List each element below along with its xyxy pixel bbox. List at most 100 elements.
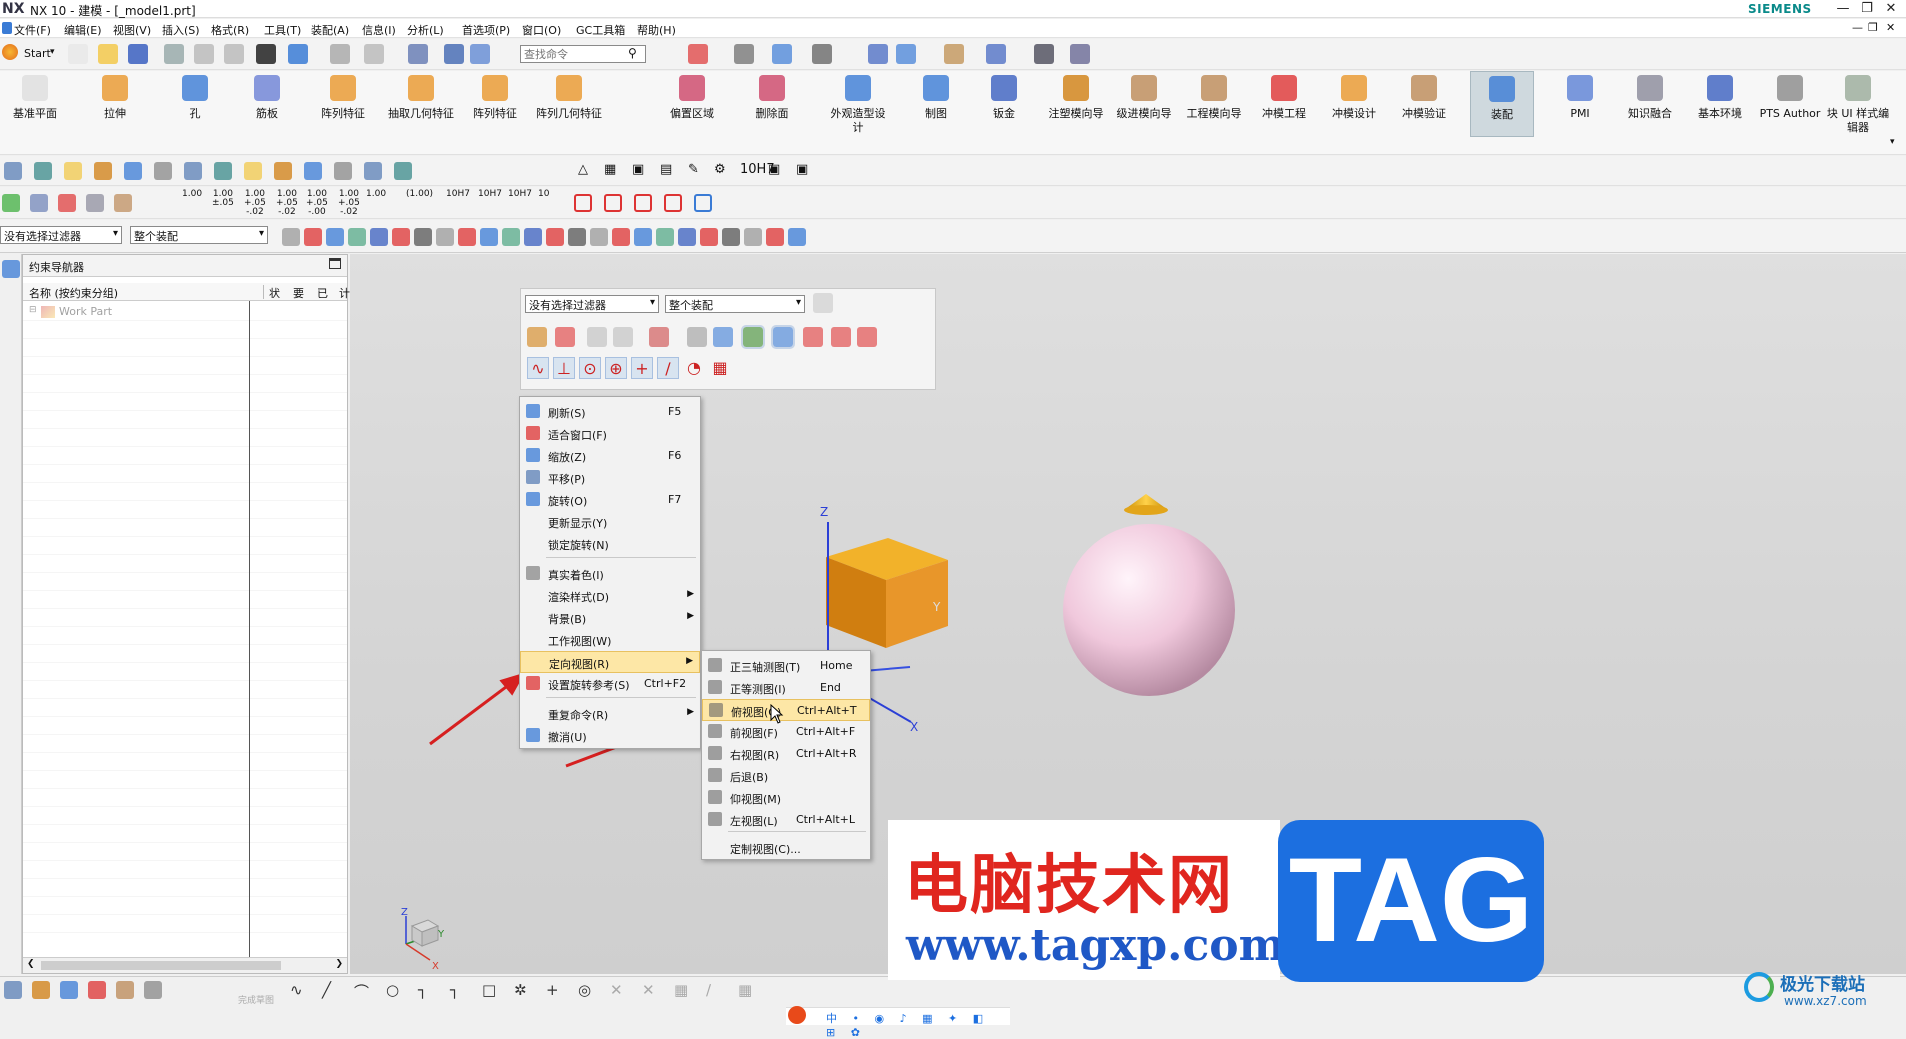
pmi-value-0[interactable]: 1.00 xyxy=(182,190,202,199)
doc-close-icon[interactable]: ✕ xyxy=(1886,21,1895,34)
ribbon-progressive-die-button[interactable]: 级进模向导 xyxy=(1112,71,1176,137)
tool-13-icon[interactable] xyxy=(394,162,412,180)
pmi-tool-4-icon[interactable] xyxy=(114,194,132,212)
context-menu-item[interactable]: 缩放(Z) F6 xyxy=(520,445,700,467)
gdt-tool-2-icon[interactable] xyxy=(634,194,652,212)
menu-item-3[interactable]: 插入(S) xyxy=(162,22,200,38)
sketch-tool-1-icon[interactable]: ╱ xyxy=(322,981,331,999)
ribbon-pattern-feature-button[interactable]: 阵列特征 xyxy=(308,71,378,137)
menu-item-8[interactable]: 分析(L) xyxy=(407,22,444,38)
context-menu-item[interactable]: 刷新(S) F5 xyxy=(520,401,700,423)
pmi-value-2[interactable]: 1.00 +.05 -.02 xyxy=(244,190,266,217)
snap-tool-9-icon[interactable] xyxy=(803,327,823,347)
ribbon-shape-studio-button[interactable]: 外观造型设计 xyxy=(826,71,890,137)
ribbon-mold-wizard-button[interactable]: 注塑模向导 xyxy=(1044,71,1108,137)
snap-tool-2-icon[interactable] xyxy=(587,327,607,347)
snap-point-2-icon[interactable]: ⊙ xyxy=(579,357,601,379)
sketch-tool-13-icon[interactable]: ∕ xyxy=(706,981,711,999)
snap-tool-4-icon[interactable] xyxy=(649,327,669,347)
selection-tool-1-icon[interactable] xyxy=(304,228,322,246)
selection-tool-6-icon[interactable] xyxy=(414,228,432,246)
selection-tool-0-icon[interactable] xyxy=(282,228,300,246)
sphere-body[interactable] xyxy=(1063,524,1235,696)
ribbon-knowledge-fusion-button[interactable]: 知识融合 xyxy=(1618,71,1682,137)
chevron-down-icon[interactable]: ▾ xyxy=(50,47,55,57)
context-menu-item[interactable]: 适合窗口(F) xyxy=(520,423,700,445)
pmi-value-10[interactable]: 10H7 xyxy=(508,190,532,199)
annotation-tool-2-icon[interactable]: ▣ xyxy=(632,162,644,177)
context-menu-item[interactable]: 工作视图(W) xyxy=(520,629,700,651)
menu-item-10[interactable]: 窗口(O) xyxy=(522,22,561,38)
doc-minimize-icon[interactable]: — xyxy=(1852,21,1863,34)
snap-point-3-icon[interactable]: ⊕ xyxy=(605,357,627,379)
tool-3-icon[interactable] xyxy=(94,162,112,180)
edit-icon[interactable] xyxy=(408,44,428,64)
ribbon-block-ui-styler-button[interactable]: 块 UI 样式编辑器 xyxy=(1826,71,1890,137)
ribbon-rib-button[interactable]: 筋板 xyxy=(232,71,302,137)
selection-tool-5-icon[interactable] xyxy=(392,228,410,246)
sketch-tool-0-icon[interactable]: ∿ xyxy=(290,981,303,999)
selection-tool-12-icon[interactable] xyxy=(546,228,564,246)
window-icon[interactable] xyxy=(364,44,384,64)
sketch-tool-3-icon[interactable]: ○ xyxy=(386,981,399,999)
cube-body[interactable] xyxy=(826,538,948,648)
context-menu-item[interactable]: 更新显示(Y) xyxy=(520,511,700,533)
maximize-icon[interactable] xyxy=(329,258,341,269)
analysis-icon[interactable] xyxy=(1070,44,1090,64)
bottom-tool-1-icon[interactable] xyxy=(32,981,50,999)
pmi-tool-1-icon[interactable] xyxy=(30,194,48,212)
bottom-tool-0-icon[interactable] xyxy=(4,981,22,999)
menu-item-2[interactable]: 视图(V) xyxy=(113,22,151,38)
collapse-icon[interactable]: ⊟ xyxy=(29,305,37,315)
orient-view-item[interactable]: 定制视图(C)... xyxy=(702,837,870,859)
context-menu-item[interactable]: 真实着色(I) xyxy=(520,563,700,585)
tool-1-icon[interactable] xyxy=(34,162,52,180)
selection-tool-9-icon[interactable] xyxy=(480,228,498,246)
orient-view-item[interactable]: 仰视图(M) xyxy=(702,787,870,809)
sketch-tool-10-icon[interactable]: ✕ xyxy=(610,981,623,999)
ribbon-engineering-die-button[interactable]: 工程模向导 xyxy=(1182,71,1246,137)
ribbon-drafting-button[interactable]: 制图 xyxy=(904,71,968,137)
save-icon[interactable] xyxy=(128,44,148,64)
float-filter-select[interactable]: 没有选择过滤器 xyxy=(525,295,659,313)
table-row[interactable]: ⊟ Work Part xyxy=(23,303,347,321)
menu-item-4[interactable]: 格式(R) xyxy=(211,22,249,38)
orient-view-item[interactable]: 左视图(L) Ctrl+Alt+L xyxy=(702,809,870,831)
sketch-tool-12-icon[interactable]: ▦ xyxy=(674,981,688,999)
orient-view-item[interactable]: 前视图(F) Ctrl+Alt+F xyxy=(702,721,870,743)
float-scope-select[interactable]: 整个装配 xyxy=(665,295,805,313)
ribbon-basic-environment-button[interactable]: 基本环境 xyxy=(1688,71,1752,137)
pmi-tool-3-icon[interactable] xyxy=(86,194,104,212)
ribbon-extract-geometry-button[interactable]: 抽取几何特征 xyxy=(386,71,456,137)
pmi-value-5[interactable]: 1.00 +.05 -.02 xyxy=(338,190,360,217)
ribbon-assembly-button[interactable]: 装配 xyxy=(1470,71,1534,137)
snap-tool-3-icon[interactable] xyxy=(613,327,633,347)
search-icon[interactable]: ⚲ xyxy=(628,46,637,60)
ribbon-die-validation-button[interactable]: 冲模验证 xyxy=(1392,71,1456,137)
context-menu-item[interactable]: 定向视图(R) ▶ xyxy=(520,651,700,673)
orient-view-item[interactable]: 后退(B) xyxy=(702,765,870,787)
background-icon[interactable] xyxy=(812,44,832,64)
column-calc[interactable]: 计 xyxy=(339,285,350,301)
ribbon-delete-face-button[interactable]: 删除面 xyxy=(740,71,804,137)
selection-filter-select[interactable]: 没有选择过滤器 xyxy=(0,226,122,244)
selection-tool-16-icon[interactable] xyxy=(634,228,652,246)
context-menu-item[interactable]: 撤消(U) xyxy=(520,725,700,747)
selection-tool-14-icon[interactable] xyxy=(590,228,608,246)
sketch-tool-9-icon[interactable]: ◎ xyxy=(578,981,591,999)
orient-view-item[interactable]: 俯视图(O) Ctrl+Alt+T xyxy=(702,699,870,721)
menu-item-0[interactable]: 文件(F) xyxy=(14,22,51,38)
orient-view-item[interactable]: 右视图(R) Ctrl+Alt+R xyxy=(702,743,870,765)
sketch-tool-14-icon[interactable]: ▦ xyxy=(738,981,752,999)
selection-tool-19-icon[interactable] xyxy=(700,228,718,246)
wcs-icon[interactable] xyxy=(896,44,916,64)
snap-tool-6-icon[interactable] xyxy=(713,327,733,347)
context-menu-item[interactable]: 渲染样式(D) ▶ xyxy=(520,585,700,607)
column-done[interactable]: 已 xyxy=(317,285,328,301)
tool-0-icon[interactable] xyxy=(4,162,22,180)
menu-item-7[interactable]: 信息(I) xyxy=(362,22,396,38)
ribbon-sheet-metal-button[interactable]: 钣金 xyxy=(972,71,1036,137)
annotation-tool-7-icon[interactable]: ▣ xyxy=(768,162,780,177)
pmi-tool-0-icon[interactable] xyxy=(2,194,20,212)
selection-tool-21-icon[interactable] xyxy=(744,228,762,246)
